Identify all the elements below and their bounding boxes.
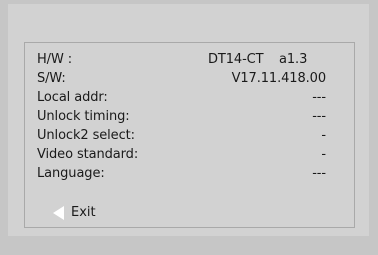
exit-label: Exit [71, 205, 96, 220]
sw-row: S/W: V17.11.418.00 [37, 70, 342, 88]
local-addr-label: Local addr: [37, 90, 108, 105]
sw-label: S/W: [37, 71, 66, 86]
video-standard-row: Video standard: - [37, 146, 342, 164]
local-addr-value: --- [312, 90, 326, 105]
unlock2-select-label: Unlock2 select: [37, 128, 135, 143]
unlock2-select-row: Unlock2 select: - [37, 127, 342, 145]
video-standard-value: - [321, 147, 326, 162]
left-arrow-icon [53, 206, 64, 220]
language-row: Language: --- [37, 165, 342, 183]
osd-screen: H/W : DT14-CT a1.3 S/W: V17.11.418.00 Lo… [8, 4, 369, 236]
hw-model-value: DT14-CT [208, 52, 264, 67]
info-panel: H/W : DT14-CT a1.3 S/W: V17.11.418.00 Lo… [24, 42, 355, 228]
local-addr-row: Local addr: --- [37, 89, 342, 107]
language-label: Language: [37, 166, 105, 181]
sw-value: V17.11.418.00 [231, 71, 327, 86]
hw-row: H/W : DT14-CT a1.3 [37, 51, 342, 69]
hw-label: H/W : [37, 52, 73, 67]
unlock-timing-row: Unlock timing: --- [37, 108, 342, 126]
unlock-timing-label: Unlock timing: [37, 109, 130, 124]
unlock-timing-value: --- [312, 109, 326, 124]
language-value: --- [312, 166, 326, 181]
unlock2-select-value: - [321, 128, 326, 143]
video-standard-label: Video standard: [37, 147, 139, 162]
hw-revision-value: a1.3 [279, 52, 308, 67]
